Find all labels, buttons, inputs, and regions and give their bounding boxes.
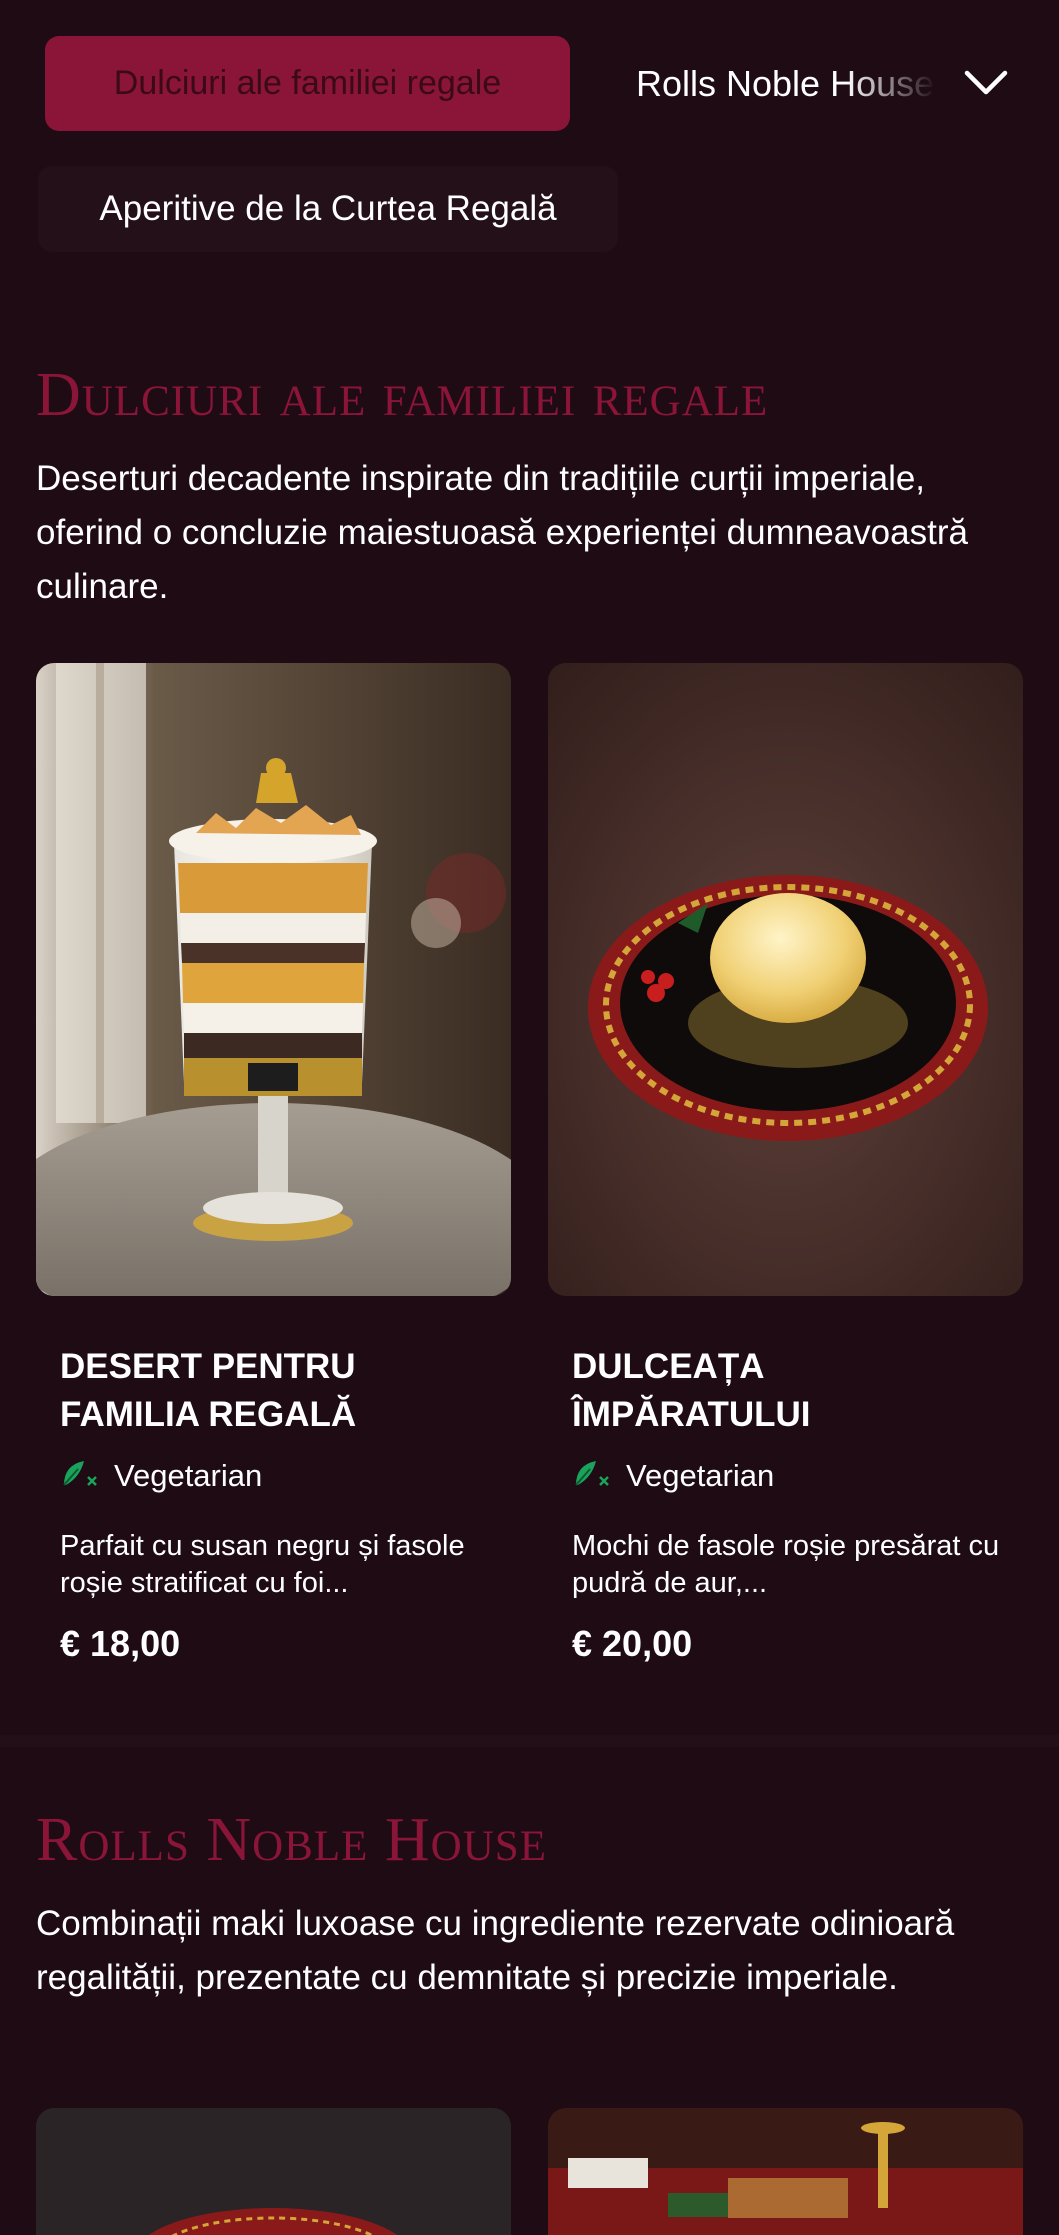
vegetarian-tag: Vegetarian xyxy=(60,1453,262,1499)
category-chip-appetizers[interactable]: Aperitive de la Curtea Regală xyxy=(38,166,618,252)
tag-label: Vegetarian xyxy=(626,1458,775,1493)
leaf-icon xyxy=(60,1455,100,1497)
section-description: Combinații maki luxoase cu ingrediente r… xyxy=(36,1904,955,1997)
tag-label: Vegetarian xyxy=(114,1458,263,1493)
menu-item-name: DULCEAȚA ÎMPĂRATULUI xyxy=(572,1347,811,1434)
category-nav: Dulciuri ale familiei regale Rolls Noble… xyxy=(0,0,1059,260)
menu-item-card[interactable]: DULCEAȚA ÎMPĂRATULUI Vegetarian Mochi de… xyxy=(548,663,1023,1678)
category-chip-desserts[interactable]: Dulciuri ale familiei regale xyxy=(45,36,570,131)
menu-item-card[interactable]: DESERT PENTRU FAMILIA REGALĂ Vegetarian … xyxy=(36,663,511,1678)
dessert-image xyxy=(36,663,511,1296)
menu-item-price: € 18,00 xyxy=(60,1623,181,1664)
category-chip-rolls[interactable]: Rolls Noble House xyxy=(636,36,936,131)
section-title: Rolls Noble House xyxy=(36,1806,547,1874)
section-description: Deserturi decadente inspirate din tradiț… xyxy=(36,459,968,606)
chevron-down-icon[interactable] xyxy=(960,60,1012,106)
dessert-image xyxy=(548,663,1023,1296)
menu-item-name: DESERT PENTRU FAMILIA REGALĂ xyxy=(60,1347,357,1434)
vegetarian-tag: Vegetarian xyxy=(572,1453,774,1499)
leaf-icon xyxy=(572,1455,612,1497)
menu-item-description: Parfait cu susan negru și fasole roșie s… xyxy=(60,1530,465,1599)
menu-item-price: € 20,00 xyxy=(572,1623,693,1664)
roll-image xyxy=(36,2108,511,2235)
menu-item-card[interactable] xyxy=(548,2108,1023,2235)
section-divider xyxy=(0,1735,1059,1747)
section-title: Dulciuri ale familiei regale xyxy=(36,361,769,429)
menu-item-card[interactable] xyxy=(36,2108,511,2235)
menu-item-description: Mochi de fasole roșie presărat cu pudră … xyxy=(572,1530,1000,1599)
roll-image xyxy=(548,2108,1023,2235)
